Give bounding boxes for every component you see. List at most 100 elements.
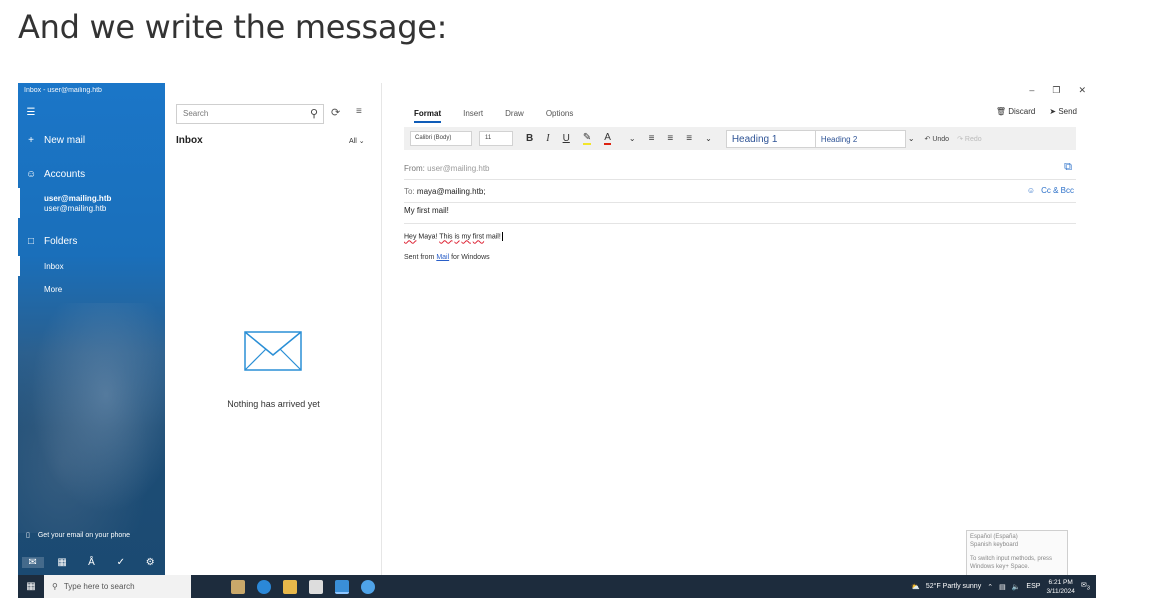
message-list-pane: Search ⚲ ⟳ ≡ Inbox All ⌄ Nothing has arr… [165,83,382,575]
inbox-selection-marker [18,256,20,276]
empty-inbox-text: Nothing has arrived yet [227,399,320,409]
sidebar: Inbox - user@mailing.htb ☰ + New mail ☺ Ac… [18,83,165,575]
store-icon[interactable] [309,579,323,594]
style-heading1[interactable]: Heading 1 [725,129,816,148]
folder-title: Inbox [176,135,203,146]
font-color-icon[interactable]: A [604,132,611,145]
folder-item-more[interactable]: More [44,285,62,295]
edge-icon[interactable] [257,579,271,594]
todo-icon[interactable]: ✓ [110,557,132,568]
sidebar-background-image [18,303,165,533]
close-icon[interactable]: ✕ [1078,85,1086,96]
account-item[interactable]: user@mailing.htb user@mailing.htb [44,194,111,214]
folders-button[interactable]: □ Folders [26,236,77,247]
folder-item-inbox[interactable]: Inbox [44,262,64,272]
phone-icon: ▯ [26,532,30,539]
send-label: Send [1058,107,1077,116]
styles-chevron-icon[interactable]: ⌄ [908,134,915,143]
numbering-icon[interactable]: ≡ [667,133,673,144]
from-field[interactable]: From: user@mailing.htb ⧉ [404,158,1076,180]
more-formatting-chevron-icon[interactable]: ⌄ [629,134,636,143]
redo-icon: ↷ [957,135,963,143]
sync-icon[interactable]: ⟳ [331,106,340,119]
search-icon[interactable]: ⚲ [310,107,318,120]
clock[interactable]: 6:21 PM 3/11/2024 [1046,578,1074,596]
discard-label: Discard [1008,107,1036,116]
popout-icon[interactable]: ⧉ [1064,161,1072,174]
subject-input[interactable]: My first mail! [404,206,1076,224]
from-label: From: [404,164,425,173]
filter-label: All [349,138,357,145]
paragraph-chevron-icon[interactable]: ⌄ [705,134,712,143]
network-icon[interactable]: ▤ [999,583,1006,591]
account-selection-marker [18,188,20,218]
send-button[interactable]: ➤ Send [1049,107,1077,116]
ribbon-tabs: Format Insert Draw Options [414,109,573,123]
tab-options[interactable]: Options [546,109,574,123]
tooltip-line: To switch input methods, press [970,556,1053,562]
trash-icon: 🗑 [995,107,1007,116]
select-mode-icon[interactable]: ≡ [356,106,362,117]
sidebar-footer: ▯ Get your email on your phone ✉ ▦ Å ✓ ⚙ [18,524,165,575]
tab-format[interactable]: Format [414,109,442,123]
font-size-select[interactable]: 11 [479,131,513,146]
to-label: To: [404,187,415,196]
browser-icon[interactable] [361,579,375,594]
redo-label: Redo [964,135,982,143]
search-placeholder: Search [183,109,209,118]
tab-draw[interactable]: Draw [505,109,524,123]
window-controls: – ❐ ✕ [1029,85,1086,96]
to-field[interactable]: To: maya@mailing.htb; ☺ Cc & Bcc [404,181,1076,203]
discard-button[interactable]: 🗑 Discard [996,107,1036,116]
windows-start-icon[interactable]: ▦ [18,581,44,592]
accounts-button[interactable]: ☺ Accounts [26,169,85,180]
minimize-icon[interactable]: – [1029,85,1034,96]
notification-icon[interactable]: ✉3 [1081,581,1090,591]
taskbar-search-box[interactable]: ⚲ Type here to search [44,575,191,598]
new-mail-button[interactable]: + New mail [26,135,85,146]
people-icon[interactable]: Å [80,557,102,568]
weather-icon[interactable]: ⛅ [911,583,920,591]
restore-icon[interactable]: ❐ [1052,85,1060,96]
tooltip-line: Spanish keyboard [970,542,1019,548]
signature-suffix: for Windows [451,254,490,261]
tab-insert[interactable]: Insert [463,109,483,123]
speaker-icon[interactable]: 🔈 [1012,583,1021,591]
search-input[interactable]: Search ⚲ [176,104,324,124]
align-icon[interactable]: ≡ [686,133,692,144]
hamburger-menu-button[interactable]: ☰ [26,107,36,118]
bullets-icon[interactable]: ≡ [649,133,655,144]
cc-bcc-button[interactable]: ☺ Cc & Bcc [1027,186,1074,195]
from-value: user@mailing.htb [427,164,490,173]
font-family-select[interactable]: Calibri (Body) [410,131,472,146]
language-indicator[interactable]: ESP [1026,583,1040,590]
undo-icon: ↶ [924,135,931,143]
highlight-icon[interactable]: ✎ [582,132,592,145]
person-icon: ☺ [1026,186,1036,195]
weather-text[interactable]: 52°F Partly sunny [926,583,981,590]
app-thumbnail-icon[interactable] [231,579,245,594]
phone-promo-text: Get your email on your phone [37,531,131,539]
filter-dropdown[interactable]: All ⌄ [349,137,365,145]
message-body[interactable]: Hey Maya! This is my first mail! [404,232,503,241]
bold-button[interactable]: B [526,133,533,144]
underline-button[interactable]: U [563,133,570,144]
file-explorer-icon[interactable] [283,579,297,594]
italic-button[interactable]: I [546,133,549,144]
tooltip-line: Español (España) [970,534,1018,540]
calendar-icon[interactable]: ▦ [51,557,73,568]
style-heading2[interactable]: Heading 2 [815,129,906,148]
mail-link[interactable]: Mail [436,254,449,261]
mail-app-icon[interactable] [335,579,349,594]
chevron-down-icon: ⌄ [358,138,365,145]
search-icon: ⚲ [52,582,58,591]
clock-date: 3/11/2024 [1046,587,1075,595]
account-name: user@mailing.htb [44,194,112,203]
settings-gear-icon[interactable]: ⚙ [139,557,161,568]
mail-icon[interactable]: ✉ [21,557,44,568]
folders-label: Folders [44,236,78,247]
chevron-up-icon[interactable]: ⌃ [987,583,993,591]
redo-button[interactable]: ↷ Redo [957,135,982,143]
undo-button[interactable]: ↶ Undo [925,135,950,143]
phone-promo-link[interactable]: ▯ Get your email on your phone [26,531,131,540]
